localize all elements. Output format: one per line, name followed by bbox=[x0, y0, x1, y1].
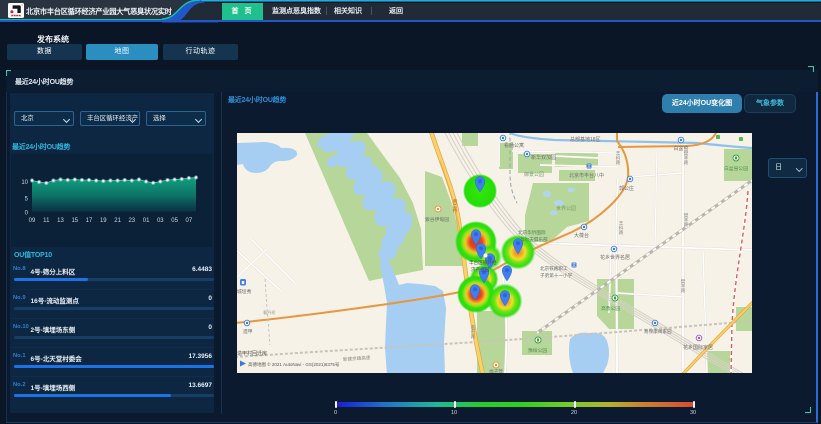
svg-text:豫缤公园: 豫缤公园 bbox=[528, 347, 547, 354]
svg-text:高尔夫俱乐部: 高尔夫俱乐部 bbox=[520, 236, 548, 243]
svg-text:看杨公寓: 看杨公寓 bbox=[504, 142, 524, 149]
svg-text:北京市丰台八中: 北京市丰台八中 bbox=[569, 172, 604, 179]
svg-text:文: 文 bbox=[572, 262, 576, 268]
svg-text:花乡世界名居: 花乡世界名居 bbox=[600, 254, 630, 261]
svg-text:桥: 桥 bbox=[453, 207, 458, 214]
svg-text:世界公园: 世界公园 bbox=[556, 205, 576, 212]
svg-text:总部基地18区: 总部基地18区 bbox=[570, 136, 601, 143]
svg-text:新华双加园: 新华双加园 bbox=[531, 154, 556, 161]
svg-text:易保康阀家园: 易保康阀家园 bbox=[644, 328, 672, 335]
svg-text:郭公庄: 郭公庄 bbox=[619, 185, 634, 192]
svg-text:北京华侨国际: 北京华侨国际 bbox=[518, 229, 546, 236]
svg-text:北京铁路职工: 北京铁路职工 bbox=[540, 265, 568, 272]
svg-text:紫谷伊甸园: 紫谷伊甸园 bbox=[425, 216, 449, 223]
svg-text:造甲村回迁房: 造甲村回迁房 bbox=[237, 350, 267, 357]
svg-text:路: 路 bbox=[471, 333, 476, 340]
svg-text:花乡国际家居: 花乡国际家居 bbox=[683, 344, 713, 351]
svg-text:高德地图 © 2021 AutoNavi - GS(2021: 高德地图 © 2021 AutoNavi - GS(2021)6375号 bbox=[248, 361, 340, 368]
svg-text:文: 文 bbox=[587, 163, 591, 169]
svg-text:大葆台: 大葆台 bbox=[574, 232, 589, 239]
svg-text:看丹桥: 看丹桥 bbox=[263, 309, 276, 316]
svg-text:路: 路 bbox=[619, 229, 624, 236]
svg-text:丰台区循环经: 丰台区循环经 bbox=[469, 259, 497, 266]
svg-text:御景公园: 御景公园 bbox=[524, 171, 544, 178]
svg-text:路: 路 bbox=[681, 287, 686, 294]
svg-text:路: 路 bbox=[616, 159, 621, 166]
svg-text:高鲁公园: 高鲁公园 bbox=[601, 305, 620, 312]
svg-text:福子营: 福子营 bbox=[489, 368, 503, 373]
svg-text:白盆窑公园: 白盆窑公园 bbox=[724, 165, 748, 172]
svg-text:造甲: 造甲 bbox=[243, 328, 253, 335]
svg-text:子弟第十一小学: 子弟第十一小学 bbox=[540, 272, 573, 279]
svg-text:济产业园: 济产业园 bbox=[471, 266, 490, 273]
svg-text:路: 路 bbox=[684, 221, 689, 228]
svg-text:路: 路 bbox=[684, 159, 689, 166]
svg-text:城垣秀: 城垣秀 bbox=[237, 288, 252, 295]
svg-text:白盆窑: 白盆窑 bbox=[673, 145, 688, 152]
